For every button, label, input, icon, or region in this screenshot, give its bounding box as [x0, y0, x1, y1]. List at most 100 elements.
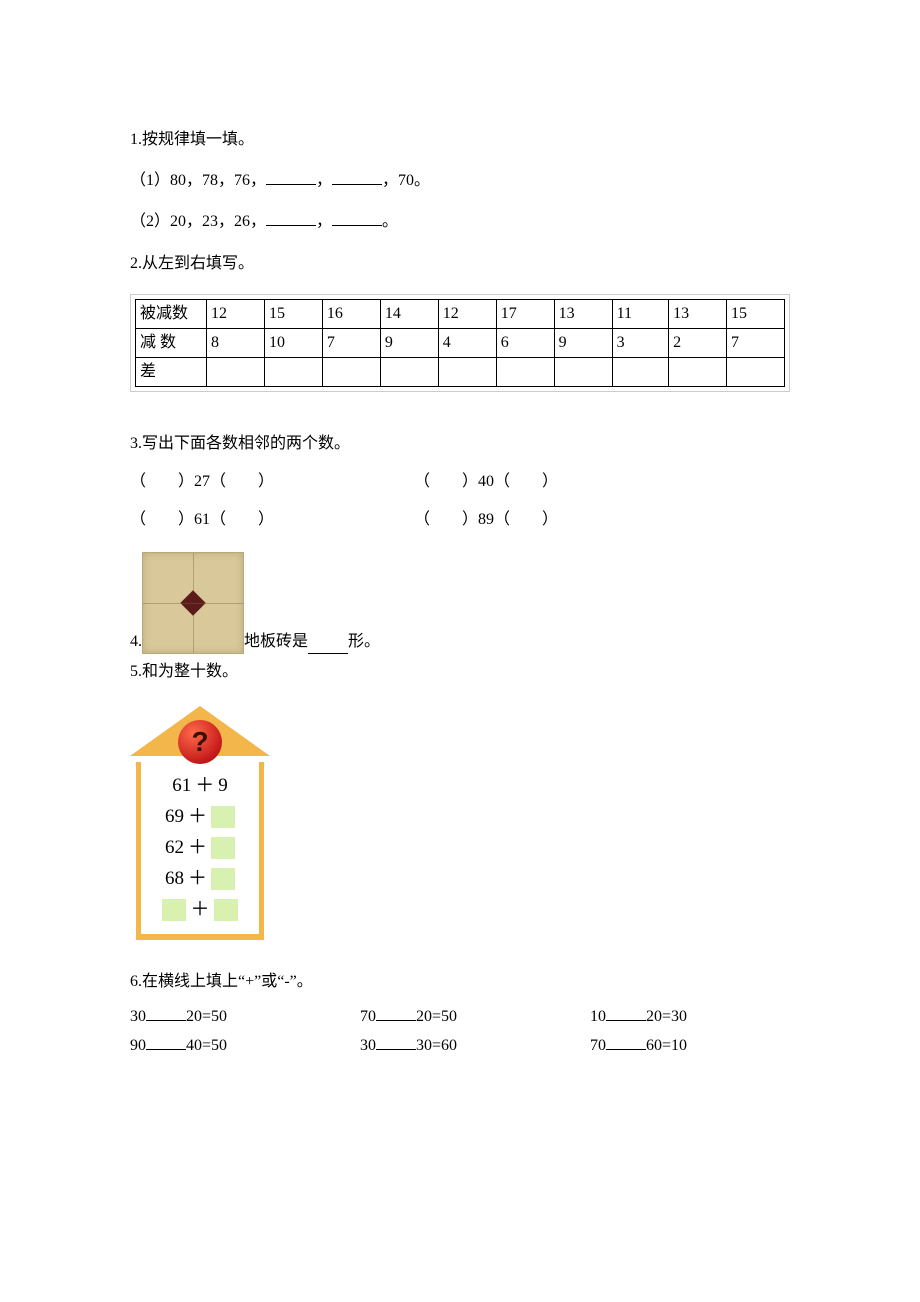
- q3-row-1: （ ）27（ ） （ ）40（ ）: [130, 470, 790, 494]
- q1-title: 1.按规律填一填。: [130, 128, 790, 152]
- answer-cell[interactable]: [438, 358, 496, 387]
- answer-cell[interactable]: [207, 358, 265, 387]
- operator-blank[interactable]: [376, 1004, 416, 1021]
- blank[interactable]: [332, 168, 382, 185]
- plus-icon: ＋: [188, 803, 207, 832]
- neighbor-item: （ ）27（ ）: [130, 470, 410, 494]
- answer-box[interactable]: [211, 806, 235, 828]
- answer-cell[interactable]: [612, 358, 669, 387]
- plus-icon: ＋: [188, 834, 207, 863]
- floor-tile-icon: [142, 552, 244, 654]
- operand-a: 70: [360, 1008, 376, 1025]
- operator-blank[interactable]: [606, 1033, 646, 1050]
- diamond-icon: [180, 590, 205, 615]
- cell: 2: [669, 329, 727, 358]
- answer-cell[interactable]: [727, 358, 785, 387]
- house-roof: ?: [130, 702, 270, 762]
- cell: 14: [380, 300, 438, 329]
- cell: 13: [554, 300, 612, 329]
- equation-item: 70 20=50: [360, 1004, 560, 1029]
- blank[interactable]: [308, 637, 348, 654]
- table-row: 差: [136, 358, 785, 387]
- plus-icon: ＋: [195, 772, 214, 801]
- cell: 9: [380, 329, 438, 358]
- row-label-subtrahend: 减 数: [136, 329, 207, 358]
- cell: 3: [612, 329, 669, 358]
- neighbor-item: （ ）61（ ）: [130, 508, 410, 532]
- roof-circle-icon: ?: [178, 720, 222, 764]
- q2-title: 2.从左到右填写。: [130, 252, 790, 276]
- equation-item: 3030=60: [360, 1033, 560, 1058]
- question-mark-icon: ?: [191, 721, 208, 763]
- question-4: 4. 地板砖是形。: [130, 552, 790, 654]
- row-label-difference: 差: [136, 358, 207, 387]
- addend-left: 62: [165, 834, 184, 863]
- answer-box[interactable]: [214, 899, 238, 921]
- operand-a: 30: [130, 1008, 146, 1025]
- operand-a: 70: [590, 1037, 606, 1054]
- operator-blank[interactable]: [146, 1033, 186, 1050]
- q1-line1: （1）80，78，76，，，70。: [130, 168, 790, 193]
- q1-line2: （2）20，23，26，，。: [130, 209, 790, 234]
- operator-blank[interactable]: [146, 1004, 186, 1021]
- question-1: 1.按规律填一填。 （1）80，78，76，，，70。 （2）20，23，26，…: [130, 128, 790, 234]
- equation-item: 30 20=50: [130, 1004, 330, 1029]
- question-3: 3.写出下面各数相邻的两个数。 （ ）27（ ） （ ）40（ ） （ ）61（…: [130, 432, 790, 532]
- q1-l1-mid: ，: [316, 172, 332, 189]
- equation-rest: 20=50: [416, 1008, 457, 1025]
- q3-value: 89: [478, 511, 494, 528]
- operand-a: 90: [130, 1037, 146, 1054]
- q5-title: 5.和为整十数。: [130, 660, 790, 684]
- table-row: 被减数 12 15 16 14 12 17 13 11 13 15: [136, 300, 785, 329]
- cell: 12: [207, 300, 265, 329]
- equation-item: 70 60=10: [590, 1033, 790, 1058]
- answer-cell[interactable]: [496, 358, 554, 387]
- q6-title: 6.在横线上填上“+”或“-”。: [130, 970, 790, 994]
- cell: 7: [322, 329, 380, 358]
- answer-cell[interactable]: [380, 358, 438, 387]
- cell: 12: [438, 300, 496, 329]
- answer-cell[interactable]: [554, 358, 612, 387]
- blank[interactable]: [266, 168, 316, 185]
- equation-rest: 40=50: [186, 1037, 227, 1054]
- answer-cell[interactable]: [322, 358, 380, 387]
- equation-item: 90 40=50: [130, 1033, 330, 1058]
- q1-l2-prefix: （2）20，23，26，: [130, 213, 266, 230]
- neighbor-item: （ ）89（ ）: [414, 508, 694, 532]
- q4-mid: 地板砖是: [244, 630, 308, 654]
- operator-blank[interactable]: [376, 1033, 416, 1050]
- answer-cell[interactable]: [264, 358, 322, 387]
- row-label-minuend: 被减数: [136, 300, 207, 329]
- answer-cell[interactable]: [669, 358, 727, 387]
- answer-box[interactable]: [162, 899, 186, 921]
- addend-left: 61: [172, 772, 191, 801]
- equation-item: 1020=30: [590, 1004, 790, 1029]
- plus-icon: ＋: [188, 865, 207, 894]
- q3-value: 40: [478, 473, 494, 490]
- answer-box[interactable]: [211, 868, 235, 890]
- equation-rest: 20=50: [186, 1008, 227, 1025]
- operand-a: 30: [360, 1037, 376, 1054]
- equation-rest: 60=10: [646, 1037, 687, 1054]
- answer-box[interactable]: [211, 837, 235, 859]
- blank[interactable]: [332, 209, 382, 226]
- cell: 10: [264, 329, 322, 358]
- q1-l1-prefix: （1）80，78，76，: [130, 172, 266, 189]
- addend-left: 69: [165, 803, 184, 832]
- addend-right: 9: [218, 772, 228, 801]
- number-house: ? 61＋969＋62＋68＋＋: [130, 702, 270, 940]
- blank[interactable]: [266, 209, 316, 226]
- cell: 8: [207, 329, 265, 358]
- cell: 13: [669, 300, 727, 329]
- addend-left: 68: [165, 865, 184, 894]
- q2-table-wrap: 被减数 12 15 16 14 12 17 13 11 13 15 减 数 8 …: [130, 294, 790, 392]
- cell: 17: [496, 300, 554, 329]
- worksheet-page: 1.按规律填一填。 （1）80，78，76，，，70。 （2）20，23，26，…: [0, 0, 920, 1156]
- question-2: 2.从左到右填写。: [130, 252, 790, 276]
- subtraction-table: 被减数 12 15 16 14 12 17 13 11 13 15 减 数 8 …: [135, 299, 785, 387]
- house-row: ＋: [149, 897, 251, 923]
- q1-l2-mid: ，: [316, 213, 332, 230]
- cell: 4: [438, 329, 496, 358]
- operator-blank[interactable]: [606, 1004, 646, 1021]
- cell: 15: [727, 300, 785, 329]
